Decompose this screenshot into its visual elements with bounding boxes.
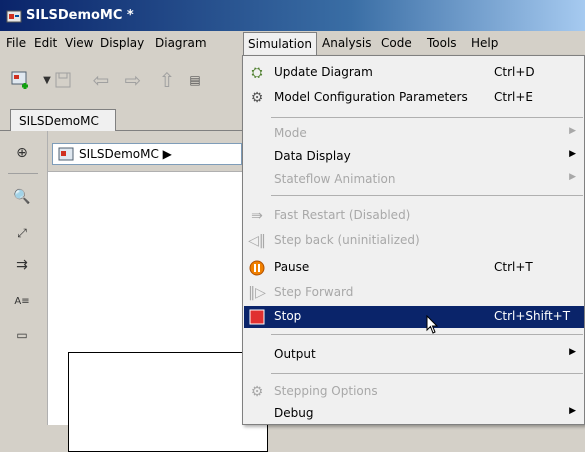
simulink-app-icon [6, 10, 22, 23]
menu-item-label: Step Forward [274, 285, 354, 299]
menu-item-label: Stop [274, 309, 302, 323]
annotation-icon[interactable]: A≡ [12, 291, 32, 311]
submenu-arrow-icon: ▶ [569, 172, 576, 182]
model-icon [58, 147, 74, 161]
submenu-arrow-icon: ▶ [569, 126, 576, 136]
menu-item-mode: Mode ▶ [244, 123, 584, 145]
menu-item-stop[interactable]: Stop Ctrl+Shift+T [244, 306, 584, 334]
subsystem-block[interactable] [68, 352, 268, 452]
menu-divider [271, 195, 583, 196]
step-back-icon: ◁‖ [248, 233, 266, 249]
arrange-icon[interactable]: ⇉ [12, 255, 32, 275]
simulation-menu: ⛭ Update Diagram Ctrl+D ⚙ Model Configur… [242, 55, 585, 425]
menu-item-pause[interactable]: Pause Ctrl+T [244, 257, 584, 279]
menu-item-debug[interactable]: Debug ▶ [244, 403, 584, 425]
library-browser-icon[interactable]: ▤ [182, 67, 208, 93]
menu-item-label: Stepping Options [274, 384, 378, 398]
menu-item-stateflow-animation: Stateflow Animation ▶ [244, 169, 584, 191]
menu-item-stepping-options: ⚙ Stepping Options [244, 381, 584, 403]
left-toolbar: ⊕ 🔍 ⤢ ⇉ A≡ ▭ [0, 131, 48, 425]
tab-silsdemomc[interactable]: SILSDemoMC [10, 109, 116, 132]
menu-item-fast-restart: ⇛ Fast Restart (Disabled) [244, 205, 584, 227]
new-model-icon [11, 71, 28, 89]
pause-icon [248, 259, 266, 277]
stop-icon [248, 308, 266, 326]
title-bar: SILSDemoMC * [0, 0, 585, 31]
submenu-arrow-icon: ▶ [569, 406, 576, 416]
menu-item-label: Stateflow Animation [274, 172, 396, 186]
menu-item-label: Fast Restart (Disabled) [274, 208, 411, 222]
menu-simulation[interactable]: Simulation [243, 32, 317, 55]
menu-item-label: Debug [274, 406, 314, 420]
menu-divider [271, 373, 583, 374]
menu-item-label: Pause [274, 260, 310, 274]
update-diagram-icon: ⛭ [251, 65, 263, 81]
fast-restart-icon: ⇛ [251, 208, 263, 224]
menu-tools[interactable]: Tools [423, 35, 461, 53]
stepping-options-icon: ⚙ [250, 384, 264, 400]
save-button[interactable] [50, 67, 76, 93]
submenu-arrow-icon: ▶ [569, 149, 576, 159]
window-title: SILSDemoMC * [26, 8, 134, 23]
back-arrow-icon[interactable]: ⇦ [88, 67, 114, 93]
menu-display[interactable]: Display [96, 35, 148, 53]
hide-explorer-icon[interactable]: ⊕ [12, 143, 32, 163]
menu-item-step-back: ◁‖ Step back (uninitialized) [244, 230, 584, 252]
menu-code[interactable]: Code [377, 35, 416, 53]
breadcrumb[interactable]: SILSDemoMC ▶ [52, 143, 242, 165]
menu-item-label: Mode [274, 126, 307, 140]
menu-divider [271, 117, 583, 118]
menu-item-label: Step back (uninitialized) [274, 233, 420, 247]
menu-item-shortcut: Ctrl+D [494, 65, 535, 79]
fit-to-view-icon[interactable]: ⤢ [12, 223, 32, 243]
tab-label: SILSDemoMC [19, 114, 99, 128]
menu-item-label: Update Diagram [274, 65, 373, 79]
menu-item-label: Model Configuration Parameters [274, 90, 468, 104]
menu-item-update-diagram[interactable]: ⛭ Update Diagram Ctrl+D [244, 62, 584, 84]
menu-item-label: Data Display [274, 149, 351, 163]
menu-item-model-config[interactable]: ⚙ Model Configuration Parameters Ctrl+E [244, 87, 584, 109]
menu-item-label: Output [274, 347, 316, 361]
up-arrow-icon[interactable]: ⇧ [154, 67, 180, 93]
left-toolbar-divider [8, 173, 38, 174]
menu-edit[interactable]: Edit [30, 35, 61, 53]
breadcrumb-label: SILSDemoMC ▶ [79, 147, 172, 161]
menu-item-data-display[interactable]: Data Display ▶ [244, 146, 584, 168]
menu-diagram[interactable]: Diagram [151, 35, 211, 53]
gear-icon: ⚙ [250, 90, 264, 106]
menu-file[interactable]: File [2, 35, 30, 53]
menu-item-step-forward: ‖▷ Step Forward [244, 282, 584, 304]
menu-item-shortcut: Ctrl+E [494, 90, 533, 104]
menu-analysis[interactable]: Analysis [318, 35, 375, 53]
menu-item-shortcut: Ctrl+Shift+T [494, 309, 571, 323]
diagram-canvas[interactable] [48, 171, 268, 452]
mouse-pointer-icon [426, 315, 439, 334]
menu-item-output[interactable]: Output ▶ [244, 344, 584, 366]
menu-bar: File Edit View Display Diagram Simulatio… [0, 31, 585, 55]
image-icon[interactable]: ▭ [12, 325, 32, 345]
zoom-icon[interactable]: 🔍 [12, 187, 32, 207]
new-model-button[interactable] [8, 67, 34, 93]
menu-divider [271, 334, 583, 335]
save-icon [55, 72, 71, 88]
menu-help[interactable]: Help [467, 35, 502, 53]
submenu-arrow-icon: ▶ [569, 347, 576, 357]
forward-arrow-icon[interactable]: ⇨ [120, 67, 146, 93]
menu-view[interactable]: View [61, 35, 97, 53]
menu-item-shortcut: Ctrl+T [494, 260, 533, 274]
step-forward-icon: ‖▷ [248, 285, 266, 301]
